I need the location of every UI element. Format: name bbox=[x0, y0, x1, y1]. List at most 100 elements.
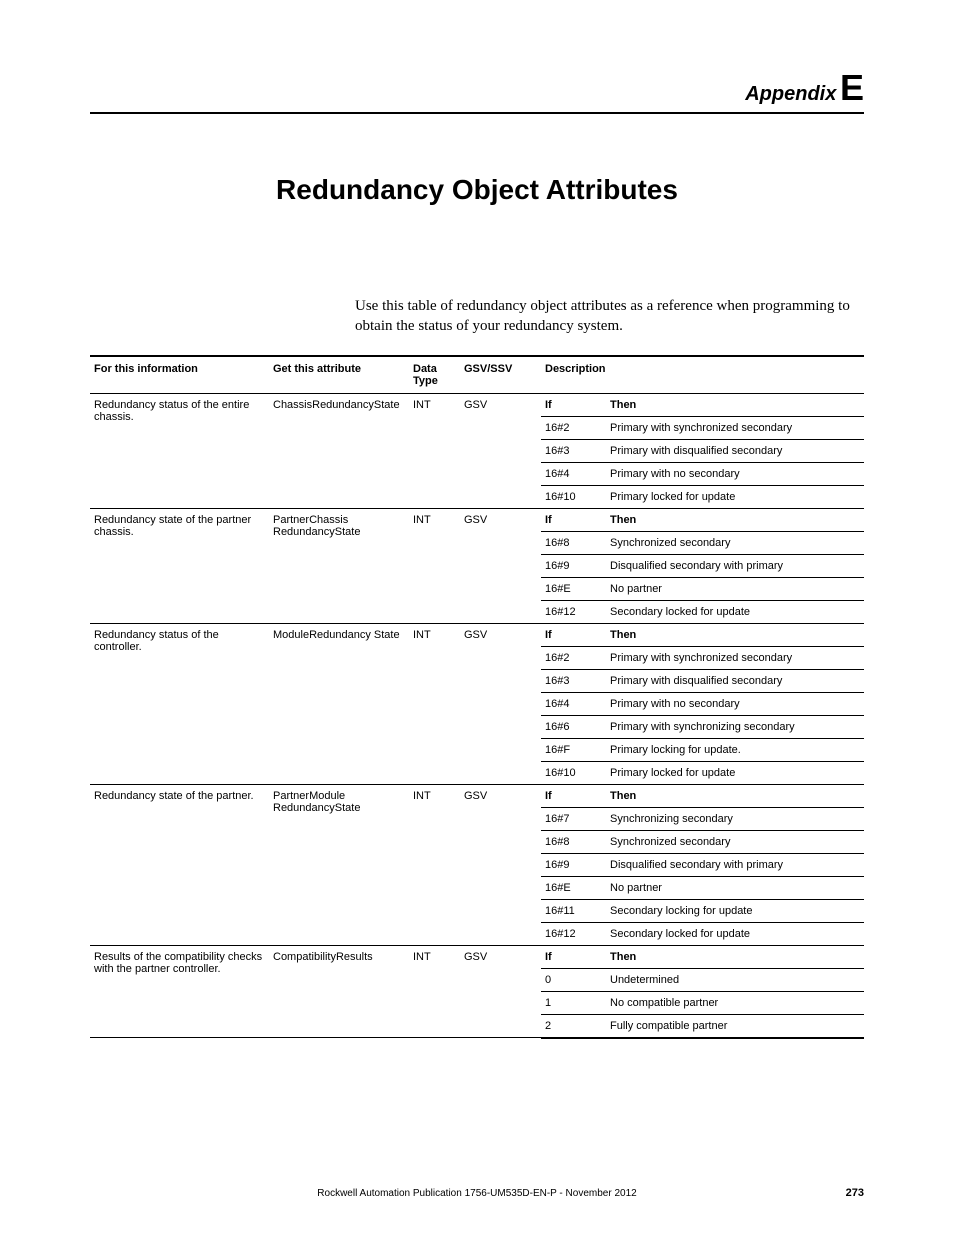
cell-then: Primary locked for update bbox=[606, 485, 864, 508]
cell-gsv: GSV bbox=[460, 508, 541, 623]
attributes-table: For this information Get this attribute … bbox=[90, 355, 864, 1039]
cell-attr: ModuleRedundancy State bbox=[269, 623, 409, 784]
cell-if: 16#10 bbox=[541, 761, 606, 784]
cell-then: Primary with no secondary bbox=[606, 692, 864, 715]
cell-if: 16#3 bbox=[541, 439, 606, 462]
cell-if-header: If bbox=[541, 393, 606, 416]
cell-if: 16#10 bbox=[541, 485, 606, 508]
cell-if: 0 bbox=[541, 968, 606, 991]
cell-if: 16#11 bbox=[541, 899, 606, 922]
cell-attr: ChassisRedundancyState bbox=[269, 393, 409, 508]
cell-then-header: Then bbox=[606, 623, 700, 646]
cell-gsv: GSV bbox=[460, 784, 541, 945]
cell-then: Synchronizing secondary bbox=[606, 807, 864, 830]
cell-info: Redundancy status of the entire chassis. bbox=[90, 393, 269, 508]
top-rule bbox=[90, 112, 864, 114]
cell-then: Undetermined bbox=[606, 968, 864, 991]
table-group-header: Redundancy status of the entire chassis.… bbox=[90, 393, 864, 416]
cell-then: Secondary locking for update bbox=[606, 899, 864, 922]
cell-then: Primary with synchronized secondary bbox=[606, 646, 864, 669]
table-header-row: For this information Get this attribute … bbox=[90, 356, 864, 394]
cell-type: INT bbox=[409, 784, 460, 945]
appendix-label: Appendix E bbox=[90, 70, 864, 106]
cell-info: Redundancy state of the partner. bbox=[90, 784, 269, 945]
cell-then-extra bbox=[700, 784, 864, 807]
cell-if: 16#9 bbox=[541, 554, 606, 577]
cell-then: Primary with synchronizing secondary bbox=[606, 715, 864, 738]
cell-if: 16#2 bbox=[541, 646, 606, 669]
page-number: 273 bbox=[846, 1187, 864, 1199]
cell-if: 16#4 bbox=[541, 692, 606, 715]
cell-then: Fully compatible partner bbox=[606, 1014, 864, 1038]
cell-then: Primary with no secondary bbox=[606, 462, 864, 485]
col-gsv: GSV/SSV bbox=[460, 356, 541, 394]
cell-then-extra bbox=[700, 945, 864, 968]
cell-if: 1 bbox=[541, 991, 606, 1014]
cell-then: Primary locked for update bbox=[606, 761, 864, 784]
cell-if: 16#8 bbox=[541, 531, 606, 554]
cell-then: Primary with disqualified secondary bbox=[606, 669, 864, 692]
cell-attr: CompatibilityResults bbox=[269, 945, 409, 1038]
cell-if: 16#F bbox=[541, 738, 606, 761]
cell-then: Secondary locked for update bbox=[606, 922, 864, 945]
cell-then: Disqualified secondary with primary bbox=[606, 853, 864, 876]
cell-if-header: If bbox=[541, 623, 606, 646]
cell-type: INT bbox=[409, 508, 460, 623]
cell-gsv: GSV bbox=[460, 393, 541, 508]
cell-then-header: Then bbox=[606, 508, 700, 531]
col-type: Data Type bbox=[409, 356, 460, 394]
cell-if: 16#6 bbox=[541, 715, 606, 738]
cell-attr: PartnerChassis RedundancyState bbox=[269, 508, 409, 623]
cell-type: INT bbox=[409, 945, 460, 1038]
cell-if-header: If bbox=[541, 784, 606, 807]
table-group-header: Results of the compatibility checks with… bbox=[90, 945, 864, 968]
cell-then-header: Then bbox=[606, 784, 700, 807]
appendix-word: Appendix bbox=[745, 83, 836, 105]
col-desc: Description bbox=[541, 356, 864, 394]
cell-then-extra bbox=[700, 508, 864, 531]
cell-if: 16#9 bbox=[541, 853, 606, 876]
cell-if-header: If bbox=[541, 945, 606, 968]
cell-if: 16#7 bbox=[541, 807, 606, 830]
cell-if: 16#8 bbox=[541, 830, 606, 853]
cell-then: Primary locking for update. bbox=[606, 738, 864, 761]
cell-type: INT bbox=[409, 393, 460, 508]
cell-then: Primary with disqualified secondary bbox=[606, 439, 864, 462]
cell-if: 2 bbox=[541, 1014, 606, 1038]
cell-type: INT bbox=[409, 623, 460, 784]
table-group-header: Redundancy status of the controller.Modu… bbox=[90, 623, 864, 646]
table-group-header: Redundancy state of the partner.PartnerM… bbox=[90, 784, 864, 807]
cell-if: 16#3 bbox=[541, 669, 606, 692]
cell-then: Primary with synchronized secondary bbox=[606, 416, 864, 439]
table-group-header: Redundancy state of the partner chassis.… bbox=[90, 508, 864, 531]
cell-if-header: If bbox=[541, 508, 606, 531]
cell-then: Disqualified secondary with primary bbox=[606, 554, 864, 577]
cell-gsv: GSV bbox=[460, 945, 541, 1038]
cell-then-extra bbox=[700, 623, 864, 646]
page-title: Redundancy Object Attributes bbox=[90, 174, 864, 206]
cell-if: 16#E bbox=[541, 577, 606, 600]
cell-then: Synchronized secondary bbox=[606, 531, 864, 554]
cell-then: No partner bbox=[606, 577, 864, 600]
cell-then-header: Then bbox=[606, 393, 700, 416]
appendix-letter: E bbox=[840, 67, 864, 108]
cell-attr: PartnerModule RedundancyState bbox=[269, 784, 409, 945]
cell-if: 16#2 bbox=[541, 416, 606, 439]
cell-info: Redundancy state of the partner chassis. bbox=[90, 508, 269, 623]
cell-then: No partner bbox=[606, 876, 864, 899]
footer-line: Rockwell Automation Publication 1756-UM5… bbox=[0, 1188, 954, 1199]
cell-info: Redundancy status of the controller. bbox=[90, 623, 269, 784]
cell-if: 16#12 bbox=[541, 922, 606, 945]
cell-then-header: Then bbox=[606, 945, 700, 968]
col-attr: Get this attribute bbox=[269, 356, 409, 394]
cell-then: No compatible partner bbox=[606, 991, 864, 1014]
intro-text: Use this table of redundancy object attr… bbox=[355, 296, 864, 337]
cell-if: 16#E bbox=[541, 876, 606, 899]
cell-gsv: GSV bbox=[460, 623, 541, 784]
cell-then: Secondary locked for update bbox=[606, 600, 864, 623]
cell-if: 16#12 bbox=[541, 600, 606, 623]
cell-then-extra bbox=[700, 393, 864, 416]
cell-info: Results of the compatibility checks with… bbox=[90, 945, 269, 1038]
cell-then: Synchronized secondary bbox=[606, 830, 864, 853]
col-info: For this information bbox=[90, 356, 269, 394]
